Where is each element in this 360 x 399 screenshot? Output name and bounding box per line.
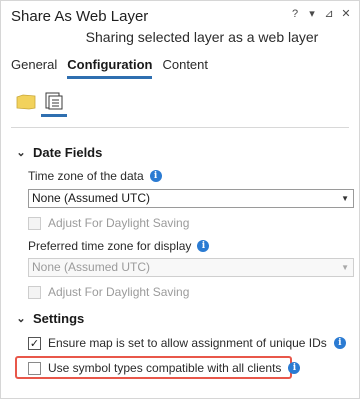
symbol-types-label: Use symbol types compatible with all cli… xyxy=(48,361,282,375)
title-actions: ? ▾ ⊿ ✕ xyxy=(290,7,351,21)
symbol-types-row: Use symbol types compatible with all cli… xyxy=(28,361,301,375)
dropdown-arrow-icon: ▼ xyxy=(341,194,349,203)
preferred-tz-select: None (Assumed UTC) ▼ xyxy=(28,258,354,277)
info-icon[interactable]: i xyxy=(333,337,346,349)
tab-content[interactable]: Content xyxy=(162,57,208,79)
share-web-layer-pane: Share As Web Layer ? ▾ ⊿ ✕ Sharing selec… xyxy=(0,0,360,399)
unique-ids-label: Ensure map is set to allow assignment of… xyxy=(48,336,327,350)
adjust-dst2-row: Adjust For Daylight Saving xyxy=(28,285,189,299)
configure-properties-button[interactable] xyxy=(41,87,67,117)
adjust-dst2-checkbox[interactable] xyxy=(28,285,41,299)
time-zone-select[interactable]: None (Assumed UTC) ▼ xyxy=(28,189,354,208)
help-icon[interactable]: ? xyxy=(290,7,300,21)
unique-ids-checkbox[interactable]: ✓ xyxy=(28,336,41,350)
layers-button[interactable] xyxy=(13,87,39,117)
close-icon[interactable]: ✕ xyxy=(341,7,351,21)
unique-ids-row: ✓ Ensure map is set to allow assignment … xyxy=(28,336,346,350)
autohide-icon[interactable]: ⊿ xyxy=(324,7,334,21)
adjust-dst2-label: Adjust For Daylight Saving xyxy=(48,285,190,299)
adjust-dst-checkbox[interactable] xyxy=(28,216,41,230)
pane-subtitle: Sharing selected layer as a web layer xyxy=(85,29,319,45)
tab-bar: General Configuration Content xyxy=(11,57,208,79)
preferred-tz-label-row: Preferred time zone for display i xyxy=(28,239,210,253)
settings-heading: Settings xyxy=(33,311,85,326)
symbol-types-checkbox[interactable] xyxy=(28,361,41,375)
date-fields-heading: Date Fields xyxy=(33,145,103,160)
adjust-dst-row: Adjust For Daylight Saving xyxy=(28,216,189,230)
info-icon[interactable]: i xyxy=(149,170,162,182)
preferred-tz-value: None (Assumed UTC) xyxy=(32,260,151,274)
info-icon[interactable]: i xyxy=(197,240,210,252)
time-zone-label-row: Time zone of the data i xyxy=(28,169,162,183)
settings-header[interactable]: ⌄ Settings xyxy=(15,311,84,326)
adjust-dst-label: Adjust For Daylight Saving xyxy=(48,216,190,230)
date-fields-header[interactable]: ⌄ Date Fields xyxy=(15,145,102,160)
time-zone-label: Time zone of the data xyxy=(28,169,144,183)
info-icon[interactable]: i xyxy=(288,362,301,374)
preferred-tz-label: Preferred time zone for display xyxy=(28,239,192,253)
tab-general[interactable]: General xyxy=(11,57,57,79)
configure-properties-icon xyxy=(45,92,63,109)
divider xyxy=(11,127,349,128)
dropdown-arrow-icon: ▼ xyxy=(341,263,349,272)
chevron-down-icon: ⌄ xyxy=(16,147,26,159)
layers-icon xyxy=(16,94,36,110)
chevron-down-icon: ⌄ xyxy=(16,313,26,325)
time-zone-value: None (Assumed UTC) xyxy=(32,191,151,205)
pane-title: Share As Web Layer xyxy=(11,8,149,25)
pin-dropdown-icon[interactable]: ▾ xyxy=(307,7,317,21)
tab-configuration[interactable]: Configuration xyxy=(67,57,153,79)
